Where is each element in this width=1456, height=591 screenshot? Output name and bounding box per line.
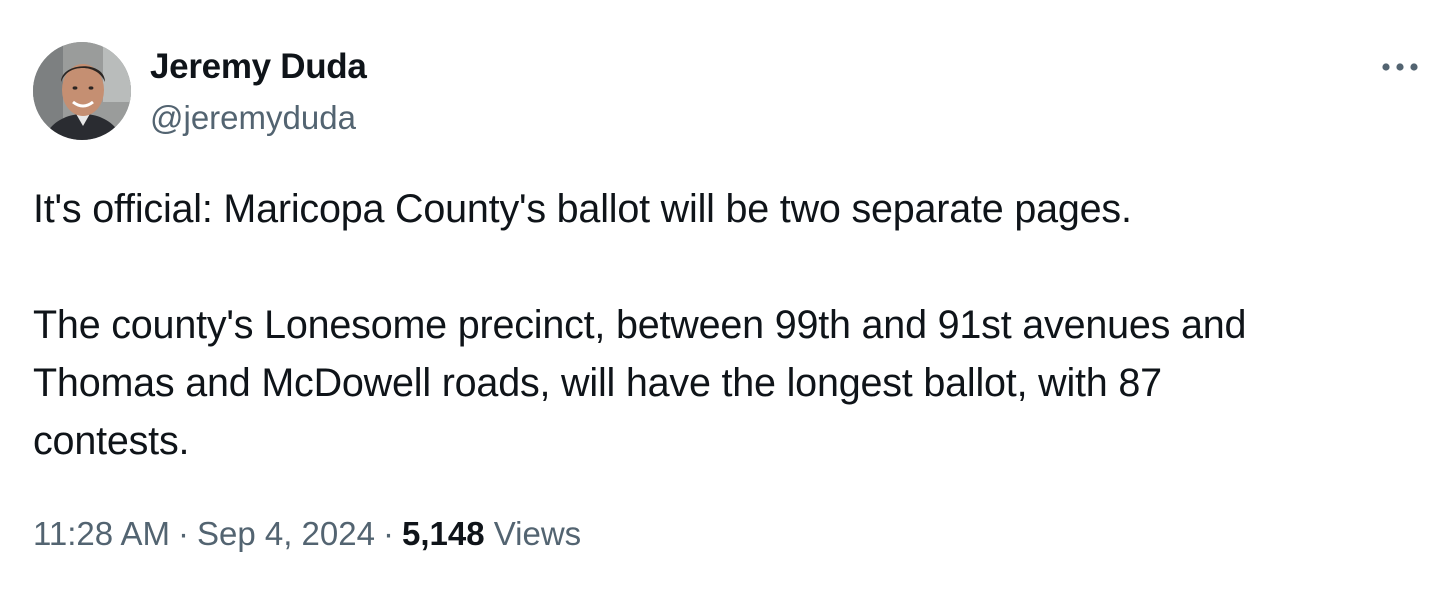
separator: · <box>177 515 189 552</box>
tweet-time[interactable]: 11:28 AM <box>33 515 170 552</box>
more-options-button[interactable] <box>1376 50 1424 84</box>
tweet-text: It's official: Maricopa County's ballot … <box>33 180 1413 470</box>
author-display-name[interactable]: Jeremy Duda <box>150 47 367 87</box>
avatar[interactable] <box>33 42 131 140</box>
profile-photo-icon <box>33 42 131 140</box>
tweet-metadata: 11:28 AM · Sep 4, 2024 · 5,148 Views <box>33 512 581 556</box>
separator: · <box>382 515 394 552</box>
views-label: Views <box>493 515 582 552</box>
more-horizontal-icon <box>1382 63 1418 71</box>
views-count: 5,148 <box>401 515 485 552</box>
tweet-paragraph: It's official: Maricopa County's ballot … <box>33 187 1132 231</box>
author-handle[interactable]: @jeremyduda <box>150 98 356 138</box>
tweet-card: Jeremy Duda @jeremyduda It's official: M… <box>0 0 1456 591</box>
tweet-paragraph: The county's Lonesome precinct, between … <box>33 303 1247 463</box>
tweet-date[interactable]: Sep 4, 2024 <box>197 515 375 552</box>
